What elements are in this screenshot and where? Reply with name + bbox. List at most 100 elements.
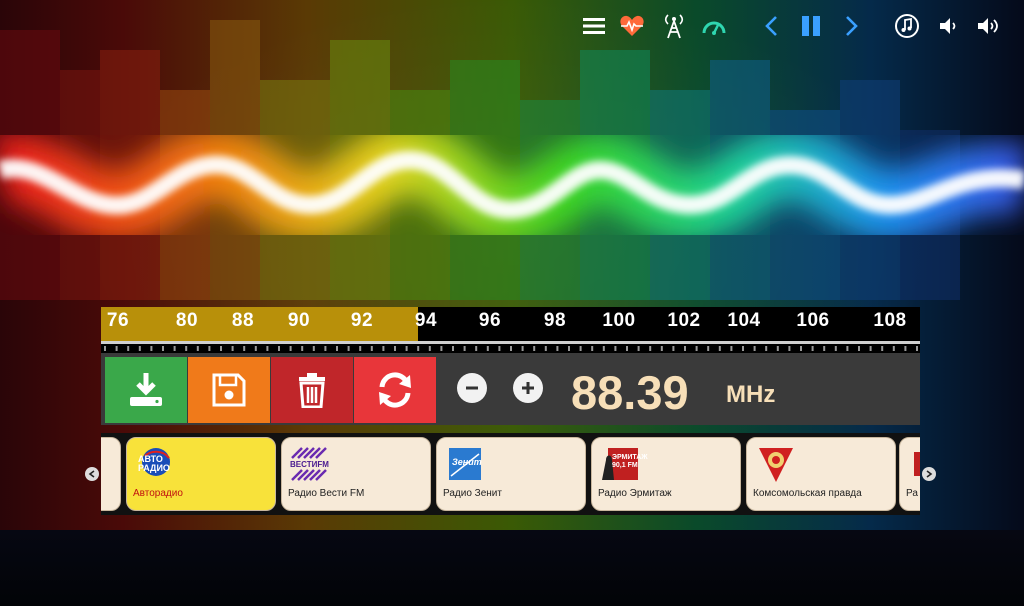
preset-card-avtoradio[interactable]: АВТО РАДИО Авторадио [126,437,276,511]
preset-card-vesti-fm[interactable]: ВЕСТИFM Радио Вести FM [281,437,431,511]
scale-tick [881,346,884,351]
trash-icon [299,373,325,408]
scale-tick [614,346,617,351]
scale-tick [892,346,895,351]
scale-label: 104 [727,310,761,331]
scale-tick [823,346,826,351]
scale-tick [776,346,779,351]
chevron-left-icon[interactable] [757,12,785,40]
scale-tick [695,346,698,351]
scale-label: 106 [796,310,830,331]
avtoradio-logo: АВТО РАДИО [135,446,177,484]
scale-tick [243,346,246,351]
preset-name: Авторадио [133,488,183,499]
scale-tick [138,346,141,351]
scale-tick [718,346,721,351]
scale-tick [533,346,536,351]
scale-tick [660,346,663,351]
presets-prev-button[interactable] [85,467,99,481]
refresh-icon [379,372,411,408]
frequency-increase-button[interactable] [513,373,543,403]
scale-tick [196,346,199,351]
scale-tick [800,346,802,351]
preset-name: Ра [906,488,918,499]
scale-tick [626,346,628,351]
zenit-logo: Зенит [445,446,487,484]
scale-label: 100 [602,310,636,331]
scale-tick [556,346,559,351]
scale-tick [266,346,269,351]
menu-icon[interactable] [580,12,608,40]
scale-tick [382,346,385,351]
scale-tick [544,346,547,351]
kp-logo [755,446,797,484]
scale-tick [869,346,872,351]
scale-tick [173,346,176,351]
scale-tick [370,346,373,351]
frequency-scale[interactable]: 76 80 88 90 92 94 96 98 100 102 104 106 108 [101,307,920,353]
refresh-button[interactable] [354,357,436,423]
scale-ticks [104,346,918,351]
scale-tick [417,346,420,351]
plus-icon [522,382,534,394]
preset-name: Комсомольская правда [753,488,862,499]
download-icon [130,373,162,406]
volume-up-icon[interactable] [975,12,1003,40]
scale-tick [231,346,234,351]
delete-button[interactable] [271,357,353,423]
frequency-unit: MHz [726,381,776,408]
preset-card-ermitazh[interactable]: ЭРМИТАЖ 90,1 FM Радио Эрмитаж [591,437,741,511]
scale-tick [359,346,362,351]
scale-tick [753,346,756,351]
frequency-decrease-button[interactable] [457,373,487,403]
scale-label: 80 [175,310,199,331]
save-button[interactable] [188,357,270,423]
scale-tick [463,346,466,351]
scale-tick [312,346,315,351]
scale-tick [278,346,280,351]
scale-label: 108 [873,310,907,331]
scale-tick [788,346,791,351]
preset-name: Радио Эрмитаж [598,488,672,499]
scale-tick [440,346,443,351]
presets-carousel: АВТО РАДИО Авторадио ВЕСТИFM Радио Вести… [101,433,920,515]
radio-tower-icon[interactable] [660,12,688,40]
preset-card-komsomolskaya-pravda[interactable]: Комсомольская правда [746,437,896,511]
scale-tick [765,346,768,351]
preset-card-partial[interactable] [101,437,121,511]
scale-tick [602,346,605,351]
preset-card-partial[interactable]: Ра [899,437,920,511]
scale-tick [707,346,710,351]
scale-tick [579,346,582,351]
scale-label: 92 [350,310,374,331]
scale-tick [684,346,686,351]
bottom-area [0,530,1024,606]
chevron-right-icon[interactable] [838,12,866,40]
scale-tick [104,346,106,351]
preset-card-zenit[interactable]: Зенит Радио Зенит [436,437,586,511]
control-bar: 88.39 MHz [101,353,920,425]
heart-rate-icon[interactable] [618,12,646,40]
music-note-icon[interactable] [893,12,921,40]
scale-label: 102 [667,310,701,331]
download-button[interactable] [105,357,187,423]
scale-label: 76 [106,310,130,331]
scale-tick [846,346,849,351]
scale-tick [150,346,153,351]
floppy-disk-icon [212,373,246,407]
presets-next-button[interactable] [922,467,936,481]
scale-tick [289,346,292,351]
pause-icon[interactable] [797,12,825,40]
scale-tick [220,346,222,351]
scale-tick [254,346,257,351]
scale-tick [486,346,489,351]
scale-tick [730,346,733,351]
chevron-left-icon [88,470,95,478]
volume-down-icon[interactable] [935,12,963,40]
scale-label: 88 [231,310,255,331]
scale-tick [185,346,188,351]
scale-tick [452,346,454,351]
scale-tick [858,346,860,351]
scale-tick [301,346,304,351]
gauge-icon[interactable] [700,12,728,40]
